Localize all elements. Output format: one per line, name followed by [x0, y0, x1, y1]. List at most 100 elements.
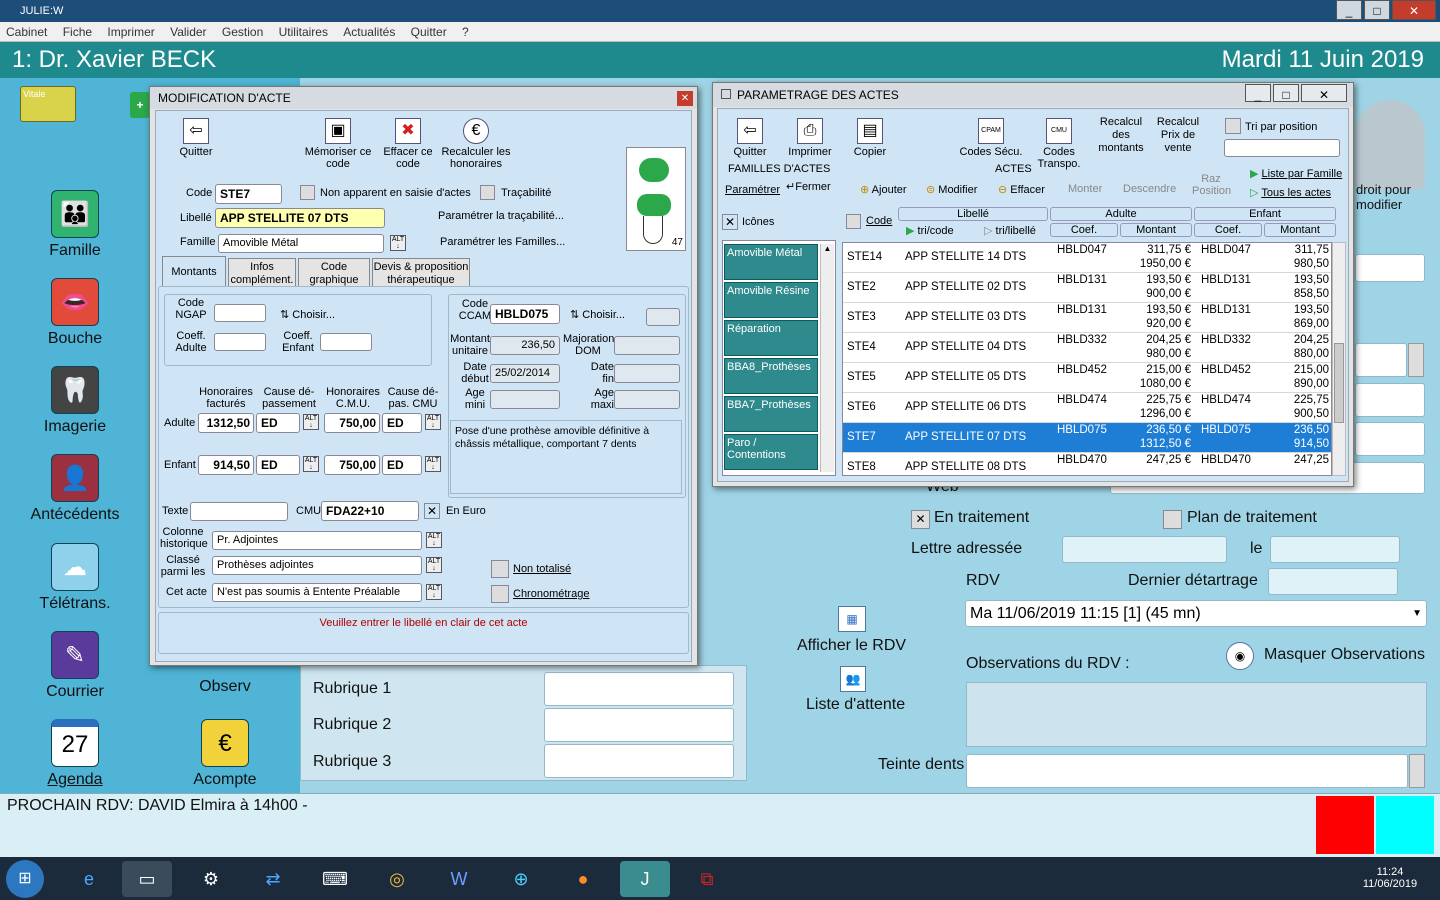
col-code[interactable]: Code	[866, 215, 892, 227]
field-right-1[interactable]	[1355, 254, 1425, 282]
minimize-button[interactable]: _	[1336, 0, 1362, 20]
ajouter-button[interactable]: ⊕ Ajouter	[860, 183, 907, 196]
date-fin-input[interactable]	[614, 364, 680, 383]
adulte-cause-alt-button[interactable]: ALT ↓	[303, 414, 319, 430]
keyboard-icon[interactable]: ⌨	[310, 861, 360, 897]
table-row[interactable]: STE5 APP STELLITE 05 DTS HBLD452 215,00 € 10…	[843, 363, 1331, 393]
close-button[interactable]: ✕	[1392, 0, 1436, 20]
code-ngap-input[interactable]	[214, 304, 266, 322]
coeff-enfant-input[interactable]	[320, 333, 372, 351]
classe-input[interactable]: Prothèses adjointes	[212, 556, 422, 575]
effacer-acte-button[interactable]: ⊖ Effacer	[998, 183, 1045, 196]
montant-unitaire-input[interactable]: 236,50	[490, 336, 560, 355]
adulte-cmu-cause-input[interactable]: ED	[382, 413, 422, 433]
colonne-input[interactable]: Pr. Adjointes	[212, 531, 422, 550]
adulte-cause-input[interactable]: ED	[256, 413, 300, 433]
pdf-icon[interactable]: ⧉	[682, 861, 732, 897]
rubrique-3-field[interactable]	[544, 744, 734, 778]
menu-actualites[interactable]: Actualités	[337, 22, 401, 42]
enfant-cmu-cause-input[interactable]: ED	[382, 455, 422, 475]
en-euro-checkbox[interactable]: ✕	[424, 503, 440, 519]
families-scrollbar[interactable]: ▲	[820, 244, 834, 472]
rubrique-1-field[interactable]	[544, 672, 734, 706]
table-row[interactable]: STE4 APP STELLITE 04 DTS HBLD332 204,25 € 98…	[843, 333, 1331, 363]
acts-scrollbar[interactable]	[1332, 242, 1346, 476]
table-row[interactable]: STE8 APP STELLITE 08 DTS HBLD470 247,25 € HB…	[843, 453, 1331, 475]
start-button-icon[interactable]: ⊞	[6, 860, 44, 898]
sort-libelle-option[interactable]: ▷ tri/libellé	[984, 224, 1036, 237]
codes-transpo-button[interactable]: CMU Codes Transpo.	[1034, 118, 1084, 170]
choisir-ngap[interactable]: ⇅ Choisir...	[280, 308, 335, 321]
tracabilite-checkbox[interactable]	[480, 185, 495, 200]
descendre-button[interactable]: Descendre	[1123, 183, 1176, 195]
fermer-familles-button[interactable]: ↵Fermer	[786, 180, 831, 193]
param-maximize-button[interactable]: □	[1273, 84, 1299, 102]
famille-alt-button[interactable]: ALT ↓	[390, 235, 406, 251]
enfant-cmu-alt-button[interactable]: ALT ↓	[425, 456, 441, 472]
le-field[interactable]	[1270, 536, 1400, 563]
enfant-cause-alt-button[interactable]: ALT ↓	[303, 456, 319, 472]
ie-icon[interactable]: e	[64, 861, 114, 897]
enfant-cmu-input[interactable]: 750,00	[324, 455, 380, 475]
famille-input[interactable]: Amovible Métal	[218, 234, 384, 253]
param-close-button[interactable]: ✕	[1301, 84, 1347, 102]
family-item[interactable]: BBA8_Prothèses	[724, 358, 818, 394]
sort-code-option[interactable]: ▶ tri/code	[906, 224, 954, 237]
raz-position-button[interactable]: Raz Position	[1192, 173, 1231, 197]
parametrer-familles-button[interactable]: Paramétrer	[725, 184, 780, 196]
date-debut-input[interactable]: 25/02/2014	[490, 364, 560, 383]
vitale-card-icon[interactable]: Vitale	[20, 86, 76, 122]
family-item[interactable]: Paro / Contentions	[724, 434, 818, 470]
tri-position-checkbox[interactable]	[1225, 118, 1241, 134]
field-right-2[interactable]	[1355, 343, 1407, 377]
family-item[interactable]: Amovible Résine	[724, 282, 818, 318]
detartrage-field[interactable]	[1268, 568, 1398, 595]
field-right-3[interactable]	[1355, 383, 1425, 417]
sidebar-item-antecedents[interactable]: 👤 Antécédents	[0, 454, 150, 524]
coeff-adulte-input[interactable]	[214, 333, 266, 351]
codes-secu-button[interactable]: CPAM Codes Sécu.	[958, 118, 1024, 158]
icones-checkbox[interactable]: ✕	[722, 214, 738, 230]
queue-icon[interactable]: 👥	[840, 666, 866, 692]
liste-famille-option[interactable]: ▶ Liste par Famille	[1250, 167, 1342, 180]
code-input[interactable]: STE7	[215, 184, 282, 204]
afficher-rdv-button[interactable]: Afficher le RDV	[797, 637, 906, 655]
sidebar-item-acompte[interactable]: € Acompte	[150, 719, 300, 789]
table-row[interactable]: STE3 APP STELLITE 03 DTS HBLD131 193,50 € 92…	[843, 303, 1331, 333]
table-row[interactable]: STE6 APP STELLITE 06 DTS HBLD474 225,75 € 12…	[843, 393, 1331, 423]
param-tracabilite-link[interactable]: Paramétrer la traçabilité...	[438, 210, 564, 222]
menu-quitter[interactable]: Quitter	[405, 22, 453, 42]
tab-montants[interactable]: Montants	[162, 256, 226, 286]
chronometrage-checkbox[interactable]	[491, 585, 509, 603]
menu-help[interactable]: ?	[456, 22, 475, 42]
tri-position-field[interactable]	[1224, 139, 1340, 157]
eye-icon[interactable]: ◉	[1226, 642, 1254, 670]
teinte-field[interactable]	[966, 754, 1408, 788]
texte-input[interactable]	[190, 502, 288, 521]
classe-alt-button[interactable]: ALT ↓	[426, 557, 442, 573]
tous-actes-option[interactable]: ▷ Tous les actes	[1250, 186, 1331, 199]
family-item[interactable]: Réparation	[724, 320, 818, 356]
scrollbar-thumb[interactable]	[1334, 343, 1344, 423]
scroll-button[interactable]	[1408, 343, 1424, 377]
sidebar-item-agenda[interactable]: 27 Agenda	[0, 719, 150, 789]
recalcul-montants-button[interactable]: Recalcul des montants	[1094, 116, 1148, 155]
choisir-ccam[interactable]: ⇅ Choisir...	[570, 308, 625, 321]
rubrique-2-field[interactable]	[544, 708, 734, 742]
menu-fiche[interactable]: Fiche	[57, 22, 98, 42]
adulte-cmu-input[interactable]: 750,00	[324, 413, 380, 433]
family-item[interactable]: Amovible Métal	[724, 244, 818, 280]
age-maxi-input[interactable]	[614, 390, 680, 409]
param-quitter-button[interactable]: ⇦ Quitter	[726, 118, 774, 158]
maximize-button[interactable]: □	[1364, 0, 1390, 20]
table-row[interactable]: STE7 APP STELLITE 07 DTS HBLD075 236,50 € 13…	[843, 423, 1331, 453]
effacer-button[interactable]: ✖ Effacer ce code	[380, 118, 436, 170]
table-row[interactable]: STE2 APP STELLITE 02 DTS HBLD131 193,50 € 90…	[843, 273, 1331, 303]
tab-devis[interactable]: Devis & proposition thérapeutique	[372, 258, 470, 286]
modifier-button[interactable]: ⊜ Modifier	[926, 183, 977, 196]
adulte-cmu-alt-button[interactable]: ALT ↓	[425, 414, 441, 430]
sidebar-item-famille[interactable]: 👪 Famille	[0, 190, 150, 260]
libelle-input[interactable]: APP STELLITE 07 DTS	[215, 208, 385, 228]
select-all-checkbox[interactable]	[846, 214, 861, 229]
ccam-input[interactable]: HBLD075	[490, 304, 560, 324]
